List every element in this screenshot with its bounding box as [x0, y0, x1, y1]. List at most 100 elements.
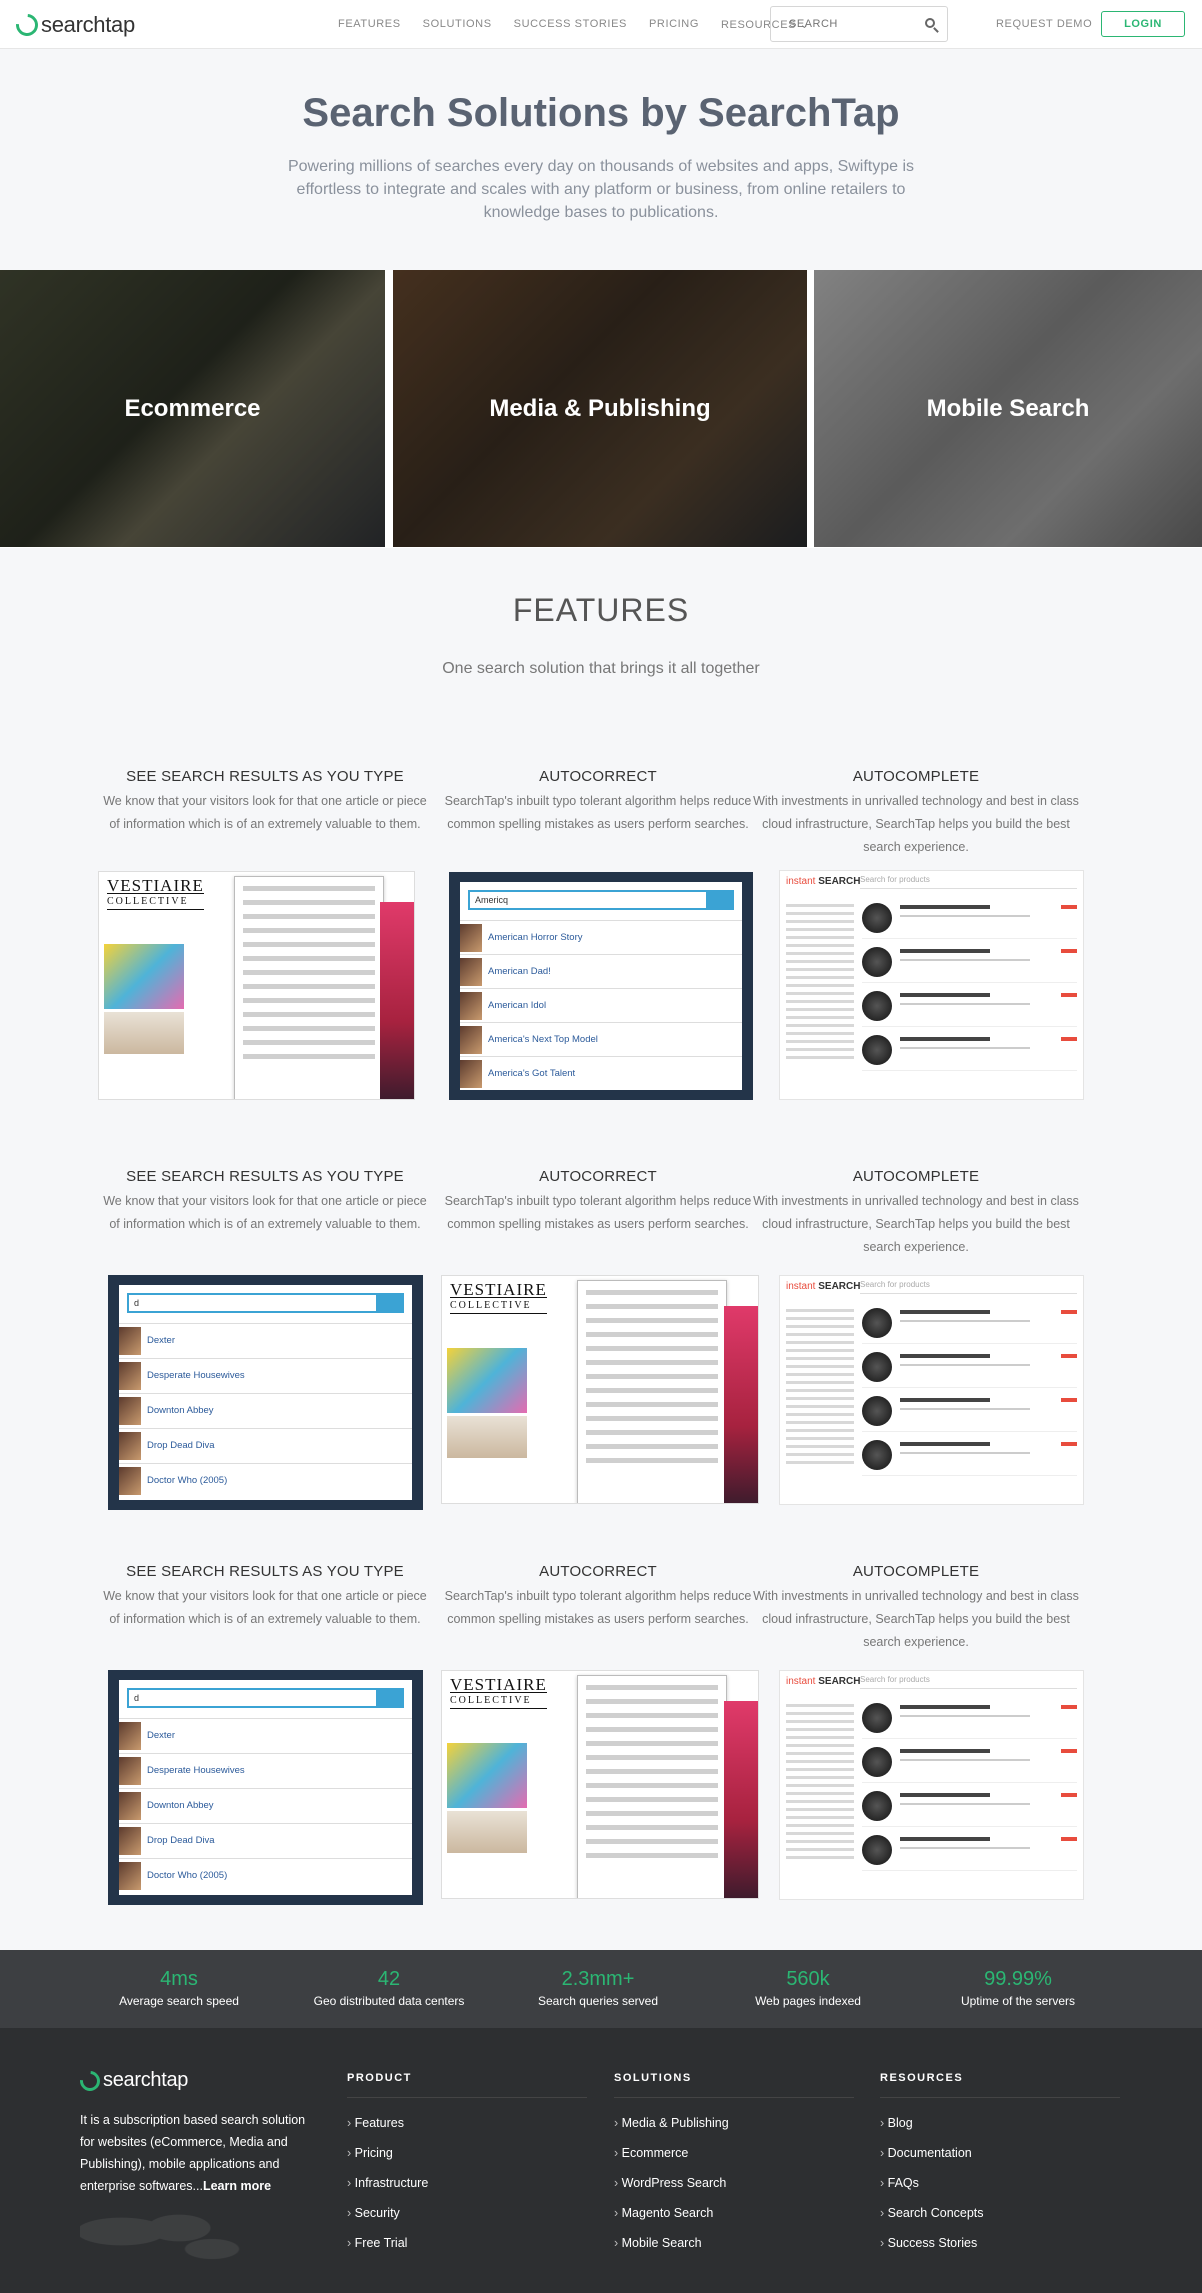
result-label: Desperate Housewives	[147, 1765, 245, 1776]
result-label: America's Next Top Model	[488, 1034, 598, 1045]
feature-instant-results: SEE SEARCH RESULTS AS YOU TYPE We know t…	[100, 1563, 430, 1631]
logo-text: searchtap	[103, 2069, 189, 2091]
product-item	[862, 1348, 1077, 1388]
stat-label: Uptime of the servers	[960, 1994, 1076, 2008]
feature-title: AUTOCORRECT	[539, 768, 657, 785]
stat-label: Geo distributed data centers	[313, 1994, 465, 2008]
search-input[interactable]	[771, 7, 901, 41]
fashion-search-screenshot: VESTIAIRE COLLECTIVE	[441, 1275, 759, 1504]
filter-sidebar	[786, 899, 854, 1089]
request-demo-link[interactable]: REQUEST DEMO	[996, 18, 1092, 30]
feature-autocomplete: AUTOCOMPLETE With investments in unrival…	[751, 768, 1081, 859]
world-map-icon	[80, 2200, 245, 2270]
fashion-image	[104, 944, 184, 1009]
feature-title: AUTOCORRECT	[539, 1563, 657, 1580]
fashion-image	[104, 1012, 184, 1054]
product-item	[862, 1436, 1077, 1476]
search-dropdown	[577, 1675, 727, 1898]
nav-link-features[interactable]: FEATURES	[338, 18, 401, 31]
footer-column-resources: RESOURCES Blog Documentation FAQs Search…	[880, 2072, 1120, 2258]
solution-tile-ecommerce[interactable]: Ecommerce	[0, 270, 385, 547]
search-icon[interactable]	[925, 18, 935, 28]
footer-link[interactable]: Free Trial	[347, 2228, 587, 2258]
solution-tile-mobile-search[interactable]: Mobile Search	[814, 270, 1202, 547]
feature-desc: With investments in unrivalled technolog…	[753, 1194, 1079, 1254]
footer-link[interactable]: Media & Publishing	[614, 2108, 854, 2138]
tv-search-screenshot: Americq American Horror Story American D…	[449, 872, 753, 1100]
learn-more-link[interactable]: Learn more	[203, 2179, 271, 2193]
footer-link[interactable]: Magento Search	[614, 2198, 854, 2228]
footer-link[interactable]: Success Stories	[880, 2228, 1120, 2258]
result-label: Dexter	[147, 1335, 175, 1346]
logo-ring-icon	[11, 9, 43, 41]
result-label: America's Got Talent	[488, 1068, 576, 1079]
searchtap-logo[interactable]: searchtap	[11, 9, 135, 41]
search-panel: d Dexter Desperate Housewives Downton Ab…	[119, 1680, 412, 1895]
solution-tile-media-publishing[interactable]: Media & Publishing	[393, 270, 807, 547]
shop-logo: instant SEARCH	[786, 1281, 860, 1292]
footer-link[interactable]: WordPress Search	[614, 2168, 854, 2198]
footer-link[interactable]: Blog	[880, 2108, 1120, 2138]
fashion-brand-name: VESTIAIRE	[450, 1280, 547, 1299]
list-item: Doctor Who (2005)	[119, 1463, 412, 1497]
fashion-image	[724, 1701, 758, 1898]
product-item	[862, 987, 1077, 1027]
nav-link-pricing[interactable]: PRICING	[649, 18, 699, 31]
list-item: Dexter	[119, 1323, 412, 1357]
top-navbar: searchtap FEATURES SOLUTIONS SUCCESS STO…	[0, 0, 1202, 49]
footer-desc-text: It is a subscription based search soluti…	[80, 2113, 306, 2193]
footer-link[interactable]: Ecommerce	[614, 2138, 854, 2168]
footer-link[interactable]: Security	[347, 2198, 587, 2228]
footer-link[interactable]: FAQs	[880, 2168, 1120, 2198]
result-label: Doctor Who (2005)	[147, 1870, 228, 1881]
stat-item: 4ms Average search speed	[79, 1968, 279, 2008]
login-button[interactable]: LOGIN	[1101, 11, 1185, 37]
shop-search-screenshot: instant SEARCH Search for products	[779, 870, 1084, 1100]
features-subtitle: One search solution that brings it all t…	[442, 660, 760, 677]
feature-instant-results: SEE SEARCH RESULTS AS YOU TYPE We know t…	[100, 768, 430, 836]
footer-link[interactable]: Infrastructure	[347, 2168, 587, 2198]
search-box	[770, 6, 948, 42]
result-label: Downton Abbey	[147, 1800, 214, 1811]
solution-tile-label: Mobile Search	[926, 394, 1090, 422]
feature-desc: SearchTap's inbuilt typo tolerant algori…	[444, 1589, 752, 1626]
nav-link-success-stories[interactable]: SUCCESS STORIES	[514, 18, 627, 31]
fashion-image	[447, 1743, 527, 1808]
demo-search-button	[378, 1688, 404, 1708]
footer-link[interactable]: Features	[347, 2108, 587, 2138]
list-item: America's Next Top Model	[460, 1022, 742, 1056]
list-item: Dexter	[119, 1718, 412, 1752]
shop-search-bar: Search for products	[860, 875, 1077, 889]
footer-link[interactable]: Pricing	[347, 2138, 587, 2168]
feature-title: AUTOCOMPLETE	[852, 768, 980, 785]
feature-title: AUTOCOMPLETE	[852, 1563, 980, 1580]
stat-item: 42 Geo distributed data centers	[289, 1968, 489, 2008]
footer-logo[interactable]: searchtap	[75, 2066, 189, 2095]
list-item: Desperate Housewives	[119, 1753, 412, 1787]
footer-column-title: RESOURCES	[880, 2072, 1120, 2098]
filter-sidebar	[786, 1304, 854, 1494]
footer-link[interactable]: Documentation	[880, 2138, 1120, 2168]
footer-link[interactable]: Mobile Search	[614, 2228, 854, 2258]
solution-tile-label: Media & Publishing	[489, 394, 711, 422]
fashion-image	[724, 1306, 758, 1503]
product-item	[862, 1699, 1077, 1739]
footer-link[interactable]: Search Concepts	[880, 2198, 1120, 2228]
nav-link-solutions[interactable]: SOLUTIONS	[423, 18, 492, 31]
shop-logo-b: SEARCH	[818, 1676, 861, 1687]
stat-label: Web pages indexed	[755, 1994, 861, 2008]
footer-column-title: PRODUCT	[347, 2072, 587, 2098]
result-label: Drop Dead Diva	[147, 1440, 215, 1451]
feature-desc: We know that your visitors look for that…	[103, 794, 427, 831]
feature-autocomplete: AUTOCOMPLETE With investments in unrival…	[751, 1168, 1081, 1259]
shop-search-screenshot: instant SEARCH Search for products	[779, 1670, 1084, 1900]
footer-column-product: PRODUCT Features Pricing Infrastructure …	[347, 2072, 587, 2258]
feature-autocorrect: AUTOCORRECT SearchTap's inbuilt typo tol…	[433, 1563, 763, 1631]
fashion-brand-logo: VESTIAIRE COLLECTIVE	[107, 877, 204, 910]
fashion-image	[447, 1416, 527, 1458]
demo-search-button	[378, 1293, 404, 1313]
footer-column-title: SOLUTIONS	[614, 2072, 854, 2098]
product-item	[862, 943, 1077, 983]
result-label: Doctor Who (2005)	[147, 1475, 228, 1486]
shop-search-bar: Search for products	[860, 1280, 1077, 1294]
